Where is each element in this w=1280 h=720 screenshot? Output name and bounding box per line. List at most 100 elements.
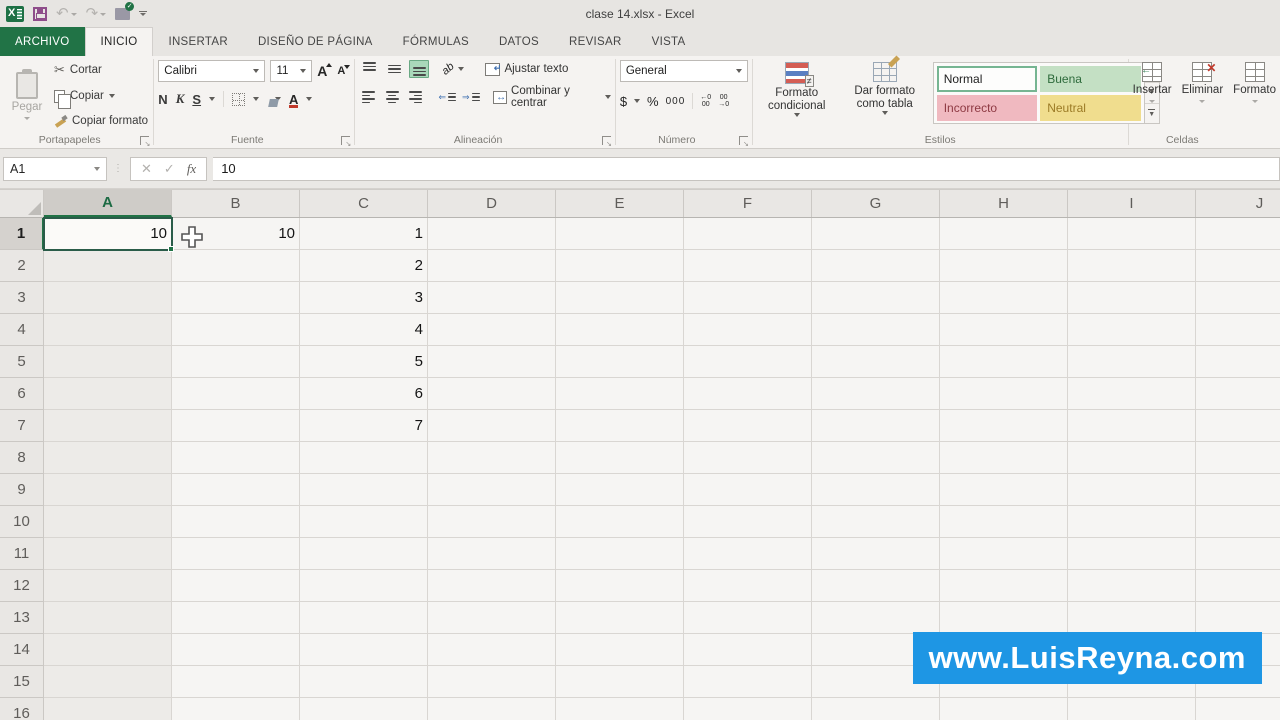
cell-F13[interactable] (684, 602, 812, 634)
column-header-F[interactable]: F (684, 190, 812, 217)
cell-G8[interactable] (812, 442, 940, 474)
align-center-button[interactable] (383, 88, 402, 106)
cell-H3[interactable] (940, 282, 1068, 314)
formula-input[interactable]: 10 (213, 156, 1280, 181)
merge-center-button[interactable]: Combinar y centrar (493, 85, 611, 109)
cell-A9[interactable] (44, 474, 172, 506)
cell-F14[interactable] (684, 634, 812, 666)
font-size-combo[interactable]: 11 (270, 60, 313, 82)
conditional-formatting-button[interactable]: Formato condicional (757, 60, 837, 131)
column-header-E[interactable]: E (556, 190, 684, 217)
cell-F11[interactable] (684, 538, 812, 570)
cell-G2[interactable] (812, 250, 940, 282)
delete-cells-button[interactable]: Eliminar (1182, 60, 1223, 131)
cell-H7[interactable] (940, 410, 1068, 442)
cell-H12[interactable] (940, 570, 1068, 602)
bold-button[interactable]: N (158, 92, 167, 107)
cell-J1[interactable] (1196, 218, 1280, 250)
borders-button[interactable] (232, 92, 246, 106)
column-header-D[interactable]: D (428, 190, 556, 217)
cell-F3[interactable] (684, 282, 812, 314)
cell-A13[interactable] (44, 602, 172, 634)
row-header-9[interactable]: 9 (0, 474, 44, 506)
cell-G10[interactable] (812, 506, 940, 538)
cancel-entry-icon[interactable]: ✕ (141, 161, 152, 177)
tab-revisar[interactable]: REVISAR (554, 27, 637, 56)
cell-style-incorrecto[interactable]: Incorrecto (936, 95, 1038, 121)
decrease-decimal-button[interactable] (718, 94, 729, 108)
cell-J13[interactable] (1196, 602, 1280, 634)
cell-H16[interactable] (940, 698, 1068, 720)
cell-J5[interactable] (1196, 346, 1280, 378)
cell-A3[interactable] (44, 282, 172, 314)
cell-B5[interactable] (172, 346, 300, 378)
name-box[interactable]: A1 (3, 156, 107, 181)
column-header-B[interactable]: B (172, 190, 300, 217)
cell-D8[interactable] (428, 442, 556, 474)
tab-formulas[interactable]: FÓRMULAS (388, 27, 484, 56)
cell-H6[interactable] (940, 378, 1068, 410)
row-header-7[interactable]: 7 (0, 410, 44, 442)
cell-C3[interactable]: 3 (300, 282, 428, 314)
cell-G12[interactable] (812, 570, 940, 602)
cell-I2[interactable] (1068, 250, 1196, 282)
cell-G4[interactable] (812, 314, 940, 346)
cell-I1[interactable] (1068, 218, 1196, 250)
cell-I7[interactable] (1068, 410, 1196, 442)
cell-I5[interactable] (1068, 346, 1196, 378)
cell-G5[interactable] (812, 346, 940, 378)
cell-F12[interactable] (684, 570, 812, 602)
cell-A7[interactable] (44, 410, 172, 442)
underline-button[interactable]: S (192, 92, 201, 107)
cell-I13[interactable] (1068, 602, 1196, 634)
cell-C7[interactable]: 7 (300, 410, 428, 442)
cell-H9[interactable] (940, 474, 1068, 506)
cell-H5[interactable] (940, 346, 1068, 378)
cell-B6[interactable] (172, 378, 300, 410)
copy-dropdown-icon[interactable] (108, 94, 115, 98)
row-header-10[interactable]: 10 (0, 506, 44, 538)
formula-bar-grip[interactable]: ⋮ (113, 163, 124, 174)
tab-datos[interactable]: DATOS (484, 27, 554, 56)
cell-C14[interactable] (300, 634, 428, 666)
cell-E5[interactable] (556, 346, 684, 378)
cell-C5[interactable]: 5 (300, 346, 428, 378)
font-dialog-launcher[interactable] (341, 136, 351, 148)
paste-button[interactable]: Pegar (4, 60, 50, 131)
insert-cells-button[interactable]: Insertar (1133, 60, 1172, 131)
select-all-corner[interactable] (0, 190, 44, 217)
cell-C15[interactable] (300, 666, 428, 698)
clipboard-dialog-launcher[interactable] (140, 136, 150, 148)
cell-A2[interactable] (44, 250, 172, 282)
cell-E9[interactable] (556, 474, 684, 506)
cell-I3[interactable] (1068, 282, 1196, 314)
cell-I12[interactable] (1068, 570, 1196, 602)
cell-J6[interactable] (1196, 378, 1280, 410)
thousands-button[interactable]: 000 (666, 96, 686, 107)
cell-style-buena[interactable]: Buena (1040, 66, 1141, 92)
cell-C6[interactable]: 6 (300, 378, 428, 410)
cell-B14[interactable] (172, 634, 300, 666)
italic-button[interactable]: K (176, 91, 185, 107)
cell-G1[interactable] (812, 218, 940, 250)
cell-D1[interactable] (428, 218, 556, 250)
cell-B16[interactable] (172, 698, 300, 720)
cell-H4[interactable] (940, 314, 1068, 346)
cell-E3[interactable] (556, 282, 684, 314)
cell-I16[interactable] (1068, 698, 1196, 720)
cell-D6[interactable] (428, 378, 556, 410)
cell-F10[interactable] (684, 506, 812, 538)
alignment-dialog-launcher[interactable] (601, 136, 612, 148)
touch-mode-button[interactable] (115, 1, 135, 20)
cell-B8[interactable] (172, 442, 300, 474)
cell-D9[interactable] (428, 474, 556, 506)
cell-G7[interactable] (812, 410, 940, 442)
cell-H1[interactable] (940, 218, 1068, 250)
confirm-entry-icon[interactable]: ✓ (164, 161, 175, 177)
tab-vista[interactable]: VISTA (637, 27, 701, 56)
currency-button[interactable]: $ (620, 94, 627, 109)
cell-B13[interactable] (172, 602, 300, 634)
cell-F6[interactable] (684, 378, 812, 410)
number-format-combo[interactable]: General (619, 60, 748, 82)
cell-F5[interactable] (684, 346, 812, 378)
